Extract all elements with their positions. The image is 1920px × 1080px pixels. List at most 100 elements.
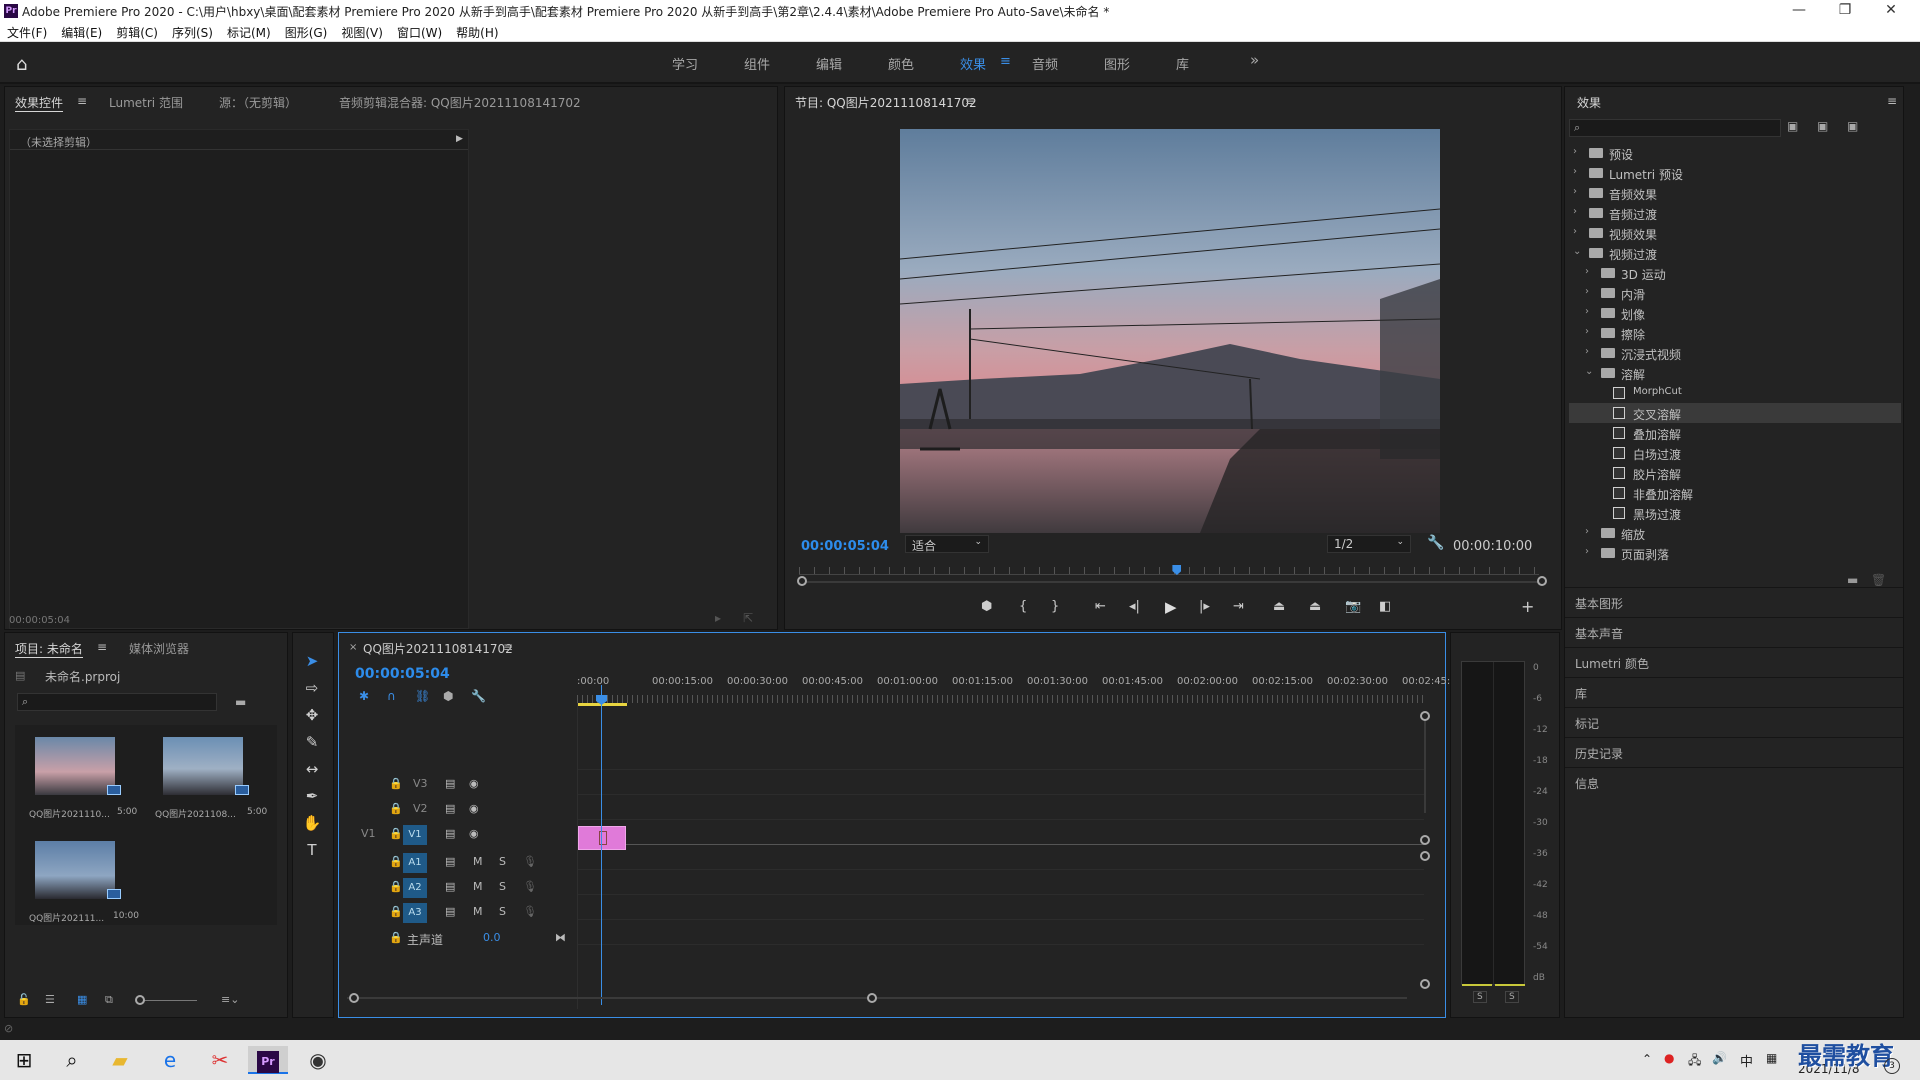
- chevron-right-icon[interactable]: ›: [1573, 166, 1577, 177]
- collapsed-panel-header[interactable]: 标记: [1565, 707, 1903, 736]
- menu-help[interactable]: 帮助(H): [449, 22, 505, 41]
- chevron-right-icon[interactable]: ›: [1585, 326, 1589, 337]
- a-scroll-handle[interactable]: [1420, 851, 1430, 861]
- ime-keyboard-icon[interactable]: ▦: [1766, 1051, 1777, 1065]
- eye-visibility-icon[interactable]: ◉: [469, 802, 479, 815]
- menu-markers[interactable]: 标记(M): [220, 22, 278, 41]
- search-icon[interactable]: ⌕: [52, 1046, 92, 1074]
- effects-tree-item[interactable]: › 内滑: [1569, 283, 1901, 303]
- chevron-right-icon[interactable]: ›: [1585, 546, 1589, 557]
- timeline-ruler[interactable]: :00:00 00:00:15:00 00:00:30:00 00:00:45:00 0…: [577, 673, 1450, 707]
- effects-tree-item[interactable]: 黑场过渡: [1569, 503, 1901, 523]
- effects-tree-item[interactable]: › 音频效果: [1569, 183, 1901, 203]
- go-to-in-icon[interactable]: ⇤: [1095, 599, 1106, 614]
- timeline-timecode[interactable]: 00:00:05:04: [355, 666, 450, 682]
- sync-lock-icon[interactable]: ▤: [445, 905, 455, 918]
- video-clip-v1[interactable]: [578, 826, 626, 850]
- mute-button[interactable]: M: [473, 880, 483, 893]
- sync-lock-icon[interactable]: ▤: [445, 855, 455, 868]
- track-label-v2[interactable]: V2: [413, 802, 428, 815]
- lock-icon[interactable]: 🔒: [389, 855, 403, 868]
- tray-arrow-icon[interactable]: ⌃: [1642, 1052, 1652, 1066]
- chevron-right-icon[interactable]: ›: [1585, 286, 1589, 297]
- project-item-clip-2[interactable]: QQ图片2021108... 5:00: [147, 729, 273, 825]
- zoom-handle-right[interactable]: [1537, 576, 1547, 586]
- collapsed-panel-header[interactable]: 信息: [1565, 767, 1903, 796]
- timeline-horizontal-scrollbar[interactable]: [347, 997, 1407, 999]
- workspace-editing[interactable]: 编辑: [816, 54, 842, 73]
- menu-file[interactable]: 文件(F): [0, 22, 54, 41]
- effects-tree-item[interactable]: › 缩放: [1569, 523, 1901, 543]
- snipping-tool-icon[interactable]: ✂: [200, 1046, 240, 1074]
- sequence-tab[interactable]: QQ图片20211108141702: [363, 640, 513, 657]
- sync-lock-icon[interactable]: ▤: [445, 777, 455, 790]
- tab-audio-clip-mixer[interactable]: 音频剪辑混合器: QQ图片20211108141702: [339, 94, 581, 111]
- add-marker-icon[interactable]: ⬢: [443, 689, 453, 703]
- close-window-button[interactable]: ✕: [1868, 0, 1914, 22]
- menu-view[interactable]: 视图(V): [334, 22, 390, 41]
- sync-lock-icon[interactable]: ▤: [445, 802, 455, 815]
- play-audio-icon[interactable]: ▸: [715, 611, 721, 625]
- sort-icon[interactable]: ≡⌄: [221, 993, 239, 1006]
- ripple-edit-tool-icon[interactable]: ✥: [298, 706, 326, 728]
- delete-trash-icon[interactable]: 🗑: [1871, 573, 1886, 587]
- collapsed-panel-header[interactable]: 基本图形: [1565, 587, 1903, 616]
- maximize-button[interactable]: ❐: [1822, 0, 1868, 22]
- go-to-out-icon[interactable]: ⇥: [1233, 599, 1244, 614]
- lock-icon[interactable]: 🔒: [389, 931, 403, 944]
- video-vertical-scrollbar[interactable]: [1424, 713, 1426, 813]
- premiere-taskbar-icon[interactable]: Pr: [248, 1046, 288, 1074]
- track-label-v3[interactable]: V3: [413, 777, 428, 790]
- menu-edit[interactable]: 编辑(E): [54, 22, 109, 41]
- chevron-right-icon[interactable]: ›: [1573, 146, 1577, 157]
- tab-media-browser[interactable]: 媒体浏览器: [129, 640, 189, 657]
- step-back-icon[interactable]: ◂|: [1129, 599, 1140, 614]
- project-search-input[interactable]: ⌕: [17, 693, 217, 711]
- solo-button[interactable]: S: [499, 855, 506, 868]
- effects-panel-menu-icon[interactable]: ≡: [1887, 94, 1897, 108]
- tab-effect-controls[interactable]: 效果控件: [15, 94, 64, 112]
- lift-icon[interactable]: ⏏: [1273, 599, 1285, 614]
- effects-tree-item[interactable]: › 沉浸式视频: [1569, 343, 1901, 363]
- chevron-right-icon[interactable]: ›: [1573, 206, 1577, 217]
- track-label-a1[interactable]: A1: [403, 853, 427, 873]
- effects-tree-item[interactable]: › 音频过渡: [1569, 203, 1901, 223]
- chevron-right-icon[interactable]: ›: [1573, 226, 1577, 237]
- effects-tree-item[interactable]: › 擦除: [1569, 323, 1901, 343]
- thumbnail-size-handle[interactable]: [135, 995, 145, 1005]
- playback-resolution-dropdown[interactable]: 1/2 ⌄: [1327, 535, 1411, 553]
- menu-sequence[interactable]: 序列(S): [165, 22, 220, 41]
- chevron-down-icon[interactable]: ⌄: [1585, 366, 1593, 377]
- effects-tree-item[interactable]: 叠加溶解: [1569, 423, 1901, 443]
- h-scroll-handle-right[interactable]: [867, 993, 877, 1003]
- sync-lock-icon[interactable]: ▤: [445, 827, 455, 840]
- zoom-handle-left[interactable]: [797, 576, 807, 586]
- tab-lumetri-scopes[interactable]: Lumetri 范围: [109, 94, 183, 111]
- linked-selection-icon[interactable]: ⛓: [415, 689, 430, 703]
- go-to-in-out-icon[interactable]: ⧓: [555, 931, 566, 944]
- effects-tree-item[interactable]: 胶片溶解: [1569, 463, 1901, 483]
- effects-tree-item[interactable]: › 页面剥落: [1569, 543, 1901, 563]
- collapsed-panel-header[interactable]: Lumetri 颜色: [1565, 647, 1903, 676]
- program-monitor-title[interactable]: 节目: QQ图片20211108141702: [795, 94, 977, 111]
- effects-tree-item[interactable]: 非叠加溶解: [1569, 483, 1901, 503]
- minimize-button[interactable]: —: [1776, 0, 1822, 22]
- sync-lock-icon[interactable]: ▤: [445, 880, 455, 893]
- chevron-right-icon[interactable]: ›: [1585, 306, 1589, 317]
- track-label-v1[interactable]: V1: [403, 825, 427, 845]
- collapsed-panel-header[interactable]: 库: [1565, 677, 1903, 706]
- track-label-a2[interactable]: A2: [403, 878, 427, 898]
- chevron-down-icon[interactable]: ⌄: [1573, 246, 1581, 257]
- extract-icon[interactable]: ⏏: [1309, 599, 1321, 614]
- effects-search-input[interactable]: ⌕: [1569, 119, 1781, 137]
- master-volume-value[interactable]: 0.0: [483, 931, 501, 944]
- effects-panel-title[interactable]: 效果: [1577, 94, 1601, 111]
- selection-tool-icon[interactable]: ➤: [298, 652, 326, 674]
- media-player-icon[interactable]: ◉: [298, 1046, 338, 1074]
- chevron-right-icon[interactable]: ›: [1585, 266, 1589, 277]
- tab-source[interactable]: 源：（无剪辑）: [219, 94, 297, 111]
- timeline-settings-wrench-icon[interactable]: 🔧: [471, 689, 486, 703]
- export-frame-camera-icon[interactable]: 📷: [1345, 599, 1361, 614]
- file-explorer-icon[interactable]: ▰: [100, 1046, 140, 1074]
- program-time-ruler[interactable]: [799, 567, 1539, 575]
